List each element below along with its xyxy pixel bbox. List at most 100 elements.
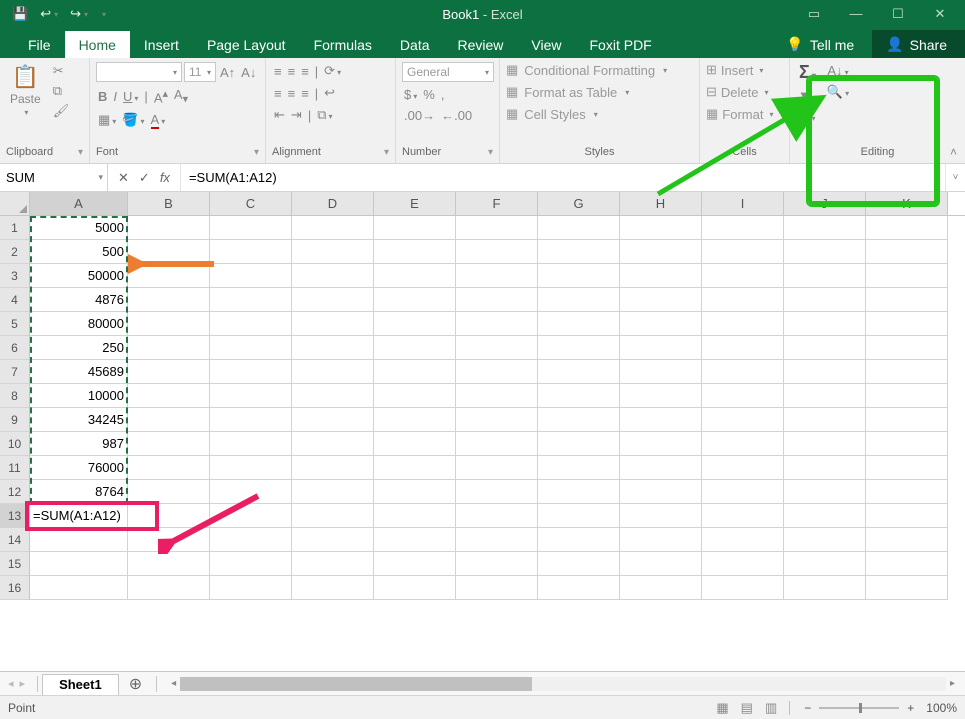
cell-E11[interactable] bbox=[374, 456, 456, 480]
row-header-3[interactable]: 3 bbox=[0, 264, 30, 288]
bold-button[interactable]: B bbox=[96, 88, 109, 105]
cell-J3[interactable] bbox=[784, 264, 866, 288]
cell-G7[interactable] bbox=[538, 360, 620, 384]
align-right-icon[interactable]: ≡ bbox=[299, 85, 311, 102]
cell-K6[interactable] bbox=[866, 336, 948, 360]
cell-E4[interactable] bbox=[374, 288, 456, 312]
cell-A8[interactable]: 10000 bbox=[30, 384, 128, 408]
number-launcher-icon[interactable]: ▾ bbox=[488, 147, 493, 158]
cell-D11[interactable] bbox=[292, 456, 374, 480]
cell-D9[interactable] bbox=[292, 408, 374, 432]
cell-C11[interactable] bbox=[210, 456, 292, 480]
cell-F12[interactable] bbox=[456, 480, 538, 504]
zoom-in-icon[interactable]: + bbox=[907, 701, 914, 715]
cell-styles-button[interactable]: ▦Cell Styles▾ bbox=[506, 106, 598, 122]
find-select-icon[interactable]: 🔍▾ bbox=[825, 83, 851, 101]
cell-J6[interactable] bbox=[784, 336, 866, 360]
cell-H8[interactable] bbox=[620, 384, 702, 408]
cell-H5[interactable] bbox=[620, 312, 702, 336]
cell-F1[interactable] bbox=[456, 216, 538, 240]
cell-C4[interactable] bbox=[210, 288, 292, 312]
scroll-left-icon[interactable]: ◂ bbox=[167, 678, 180, 689]
clipboard-launcher-icon[interactable]: ▾ bbox=[78, 147, 83, 158]
cell-K10[interactable] bbox=[866, 432, 948, 456]
format-cells-button[interactable]: ▦Format▾ bbox=[706, 106, 773, 122]
cell-E1[interactable] bbox=[374, 216, 456, 240]
cell-B1[interactable] bbox=[128, 216, 210, 240]
col-header-h[interactable]: H bbox=[620, 192, 702, 215]
alignment-launcher-icon[interactable]: ▾ bbox=[384, 147, 389, 158]
cell-J10[interactable] bbox=[784, 432, 866, 456]
cell-E16[interactable] bbox=[374, 576, 456, 600]
align-middle-icon[interactable]: ≡ bbox=[286, 63, 298, 80]
font-name-select[interactable]: ▾ bbox=[96, 62, 182, 82]
cell-F5[interactable] bbox=[456, 312, 538, 336]
formula-input[interactable]: =SUM(A1:A12) bbox=[181, 164, 945, 191]
cell-I2[interactable] bbox=[702, 240, 784, 264]
cell-D16[interactable] bbox=[292, 576, 374, 600]
row-header-7[interactable]: 7 bbox=[0, 360, 30, 384]
row-header-9[interactable]: 9 bbox=[0, 408, 30, 432]
cell-G1[interactable] bbox=[538, 216, 620, 240]
tab-home[interactable]: Home bbox=[65, 31, 130, 58]
share-button[interactable]: 👤Share bbox=[872, 30, 965, 58]
decrease-font-icon[interactable]: A↓ bbox=[239, 64, 258, 81]
cell-C16[interactable] bbox=[210, 576, 292, 600]
cell-J4[interactable] bbox=[784, 288, 866, 312]
cell-H15[interactable] bbox=[620, 552, 702, 576]
cell-A5[interactable]: 80000 bbox=[30, 312, 128, 336]
cell-A12[interactable]: 8764 bbox=[30, 480, 128, 504]
cell-D6[interactable] bbox=[292, 336, 374, 360]
merge-icon[interactable]: ⧉▾ bbox=[315, 106, 334, 124]
cell-D10[interactable] bbox=[292, 432, 374, 456]
cell-G3[interactable] bbox=[538, 264, 620, 288]
cell-I12[interactable] bbox=[702, 480, 784, 504]
cell-K7[interactable] bbox=[866, 360, 948, 384]
cell-A1[interactable]: 5000 bbox=[30, 216, 128, 240]
zoom-level[interactable]: 100% bbox=[926, 701, 957, 715]
row-header-13[interactable]: 13 bbox=[0, 504, 30, 528]
maximize-icon[interactable]: ☐ bbox=[881, 6, 915, 22]
number-format-select[interactable]: General▾ bbox=[402, 62, 494, 82]
close-icon[interactable]: ✕ bbox=[923, 6, 957, 22]
cell-G11[interactable] bbox=[538, 456, 620, 480]
cell-D14[interactable] bbox=[292, 528, 374, 552]
cell-F3[interactable] bbox=[456, 264, 538, 288]
row-header-6[interactable]: 6 bbox=[0, 336, 30, 360]
tab-page-layout[interactable]: Page Layout bbox=[193, 31, 300, 58]
cell-J1[interactable] bbox=[784, 216, 866, 240]
italic-button[interactable]: I bbox=[111, 88, 119, 105]
cell-A11[interactable]: 76000 bbox=[30, 456, 128, 480]
cell-H16[interactable] bbox=[620, 576, 702, 600]
cell-C10[interactable] bbox=[210, 432, 292, 456]
cell-C6[interactable] bbox=[210, 336, 292, 360]
cell-C2[interactable] bbox=[210, 240, 292, 264]
cell-G15[interactable] bbox=[538, 552, 620, 576]
cell-D15[interactable] bbox=[292, 552, 374, 576]
cell-G10[interactable] bbox=[538, 432, 620, 456]
col-header-f[interactable]: F bbox=[456, 192, 538, 215]
cell-I15[interactable] bbox=[702, 552, 784, 576]
add-sheet-button[interactable]: ⊕ bbox=[119, 674, 152, 694]
align-center-icon[interactable]: ≡ bbox=[286, 85, 298, 102]
cell-H13[interactable] bbox=[620, 504, 702, 528]
cell-F11[interactable] bbox=[456, 456, 538, 480]
cell-D4[interactable] bbox=[292, 288, 374, 312]
cell-A13[interactable]: =SUM(A1:A12) bbox=[30, 504, 128, 528]
cell-H4[interactable] bbox=[620, 288, 702, 312]
cell-C9[interactable] bbox=[210, 408, 292, 432]
cell-H10[interactable] bbox=[620, 432, 702, 456]
cell-I10[interactable] bbox=[702, 432, 784, 456]
cell-C1[interactable] bbox=[210, 216, 292, 240]
cell-K13[interactable] bbox=[866, 504, 948, 528]
cell-G2[interactable] bbox=[538, 240, 620, 264]
increase-indent-icon[interactable]: ⇥ bbox=[289, 106, 304, 124]
cell-A3[interactable]: 50000 bbox=[30, 264, 128, 288]
enter-formula-icon[interactable]: ✓ bbox=[139, 170, 150, 186]
cell-K5[interactable] bbox=[866, 312, 948, 336]
fill-color-icon[interactable]: 🪣▾ bbox=[120, 111, 146, 129]
zoom-slider[interactable]: − + bbox=[804, 701, 914, 715]
format-painter-icon[interactable]: 🖌 bbox=[51, 102, 72, 120]
cell-J15[interactable] bbox=[784, 552, 866, 576]
save-icon[interactable]: 💾 bbox=[8, 4, 32, 24]
